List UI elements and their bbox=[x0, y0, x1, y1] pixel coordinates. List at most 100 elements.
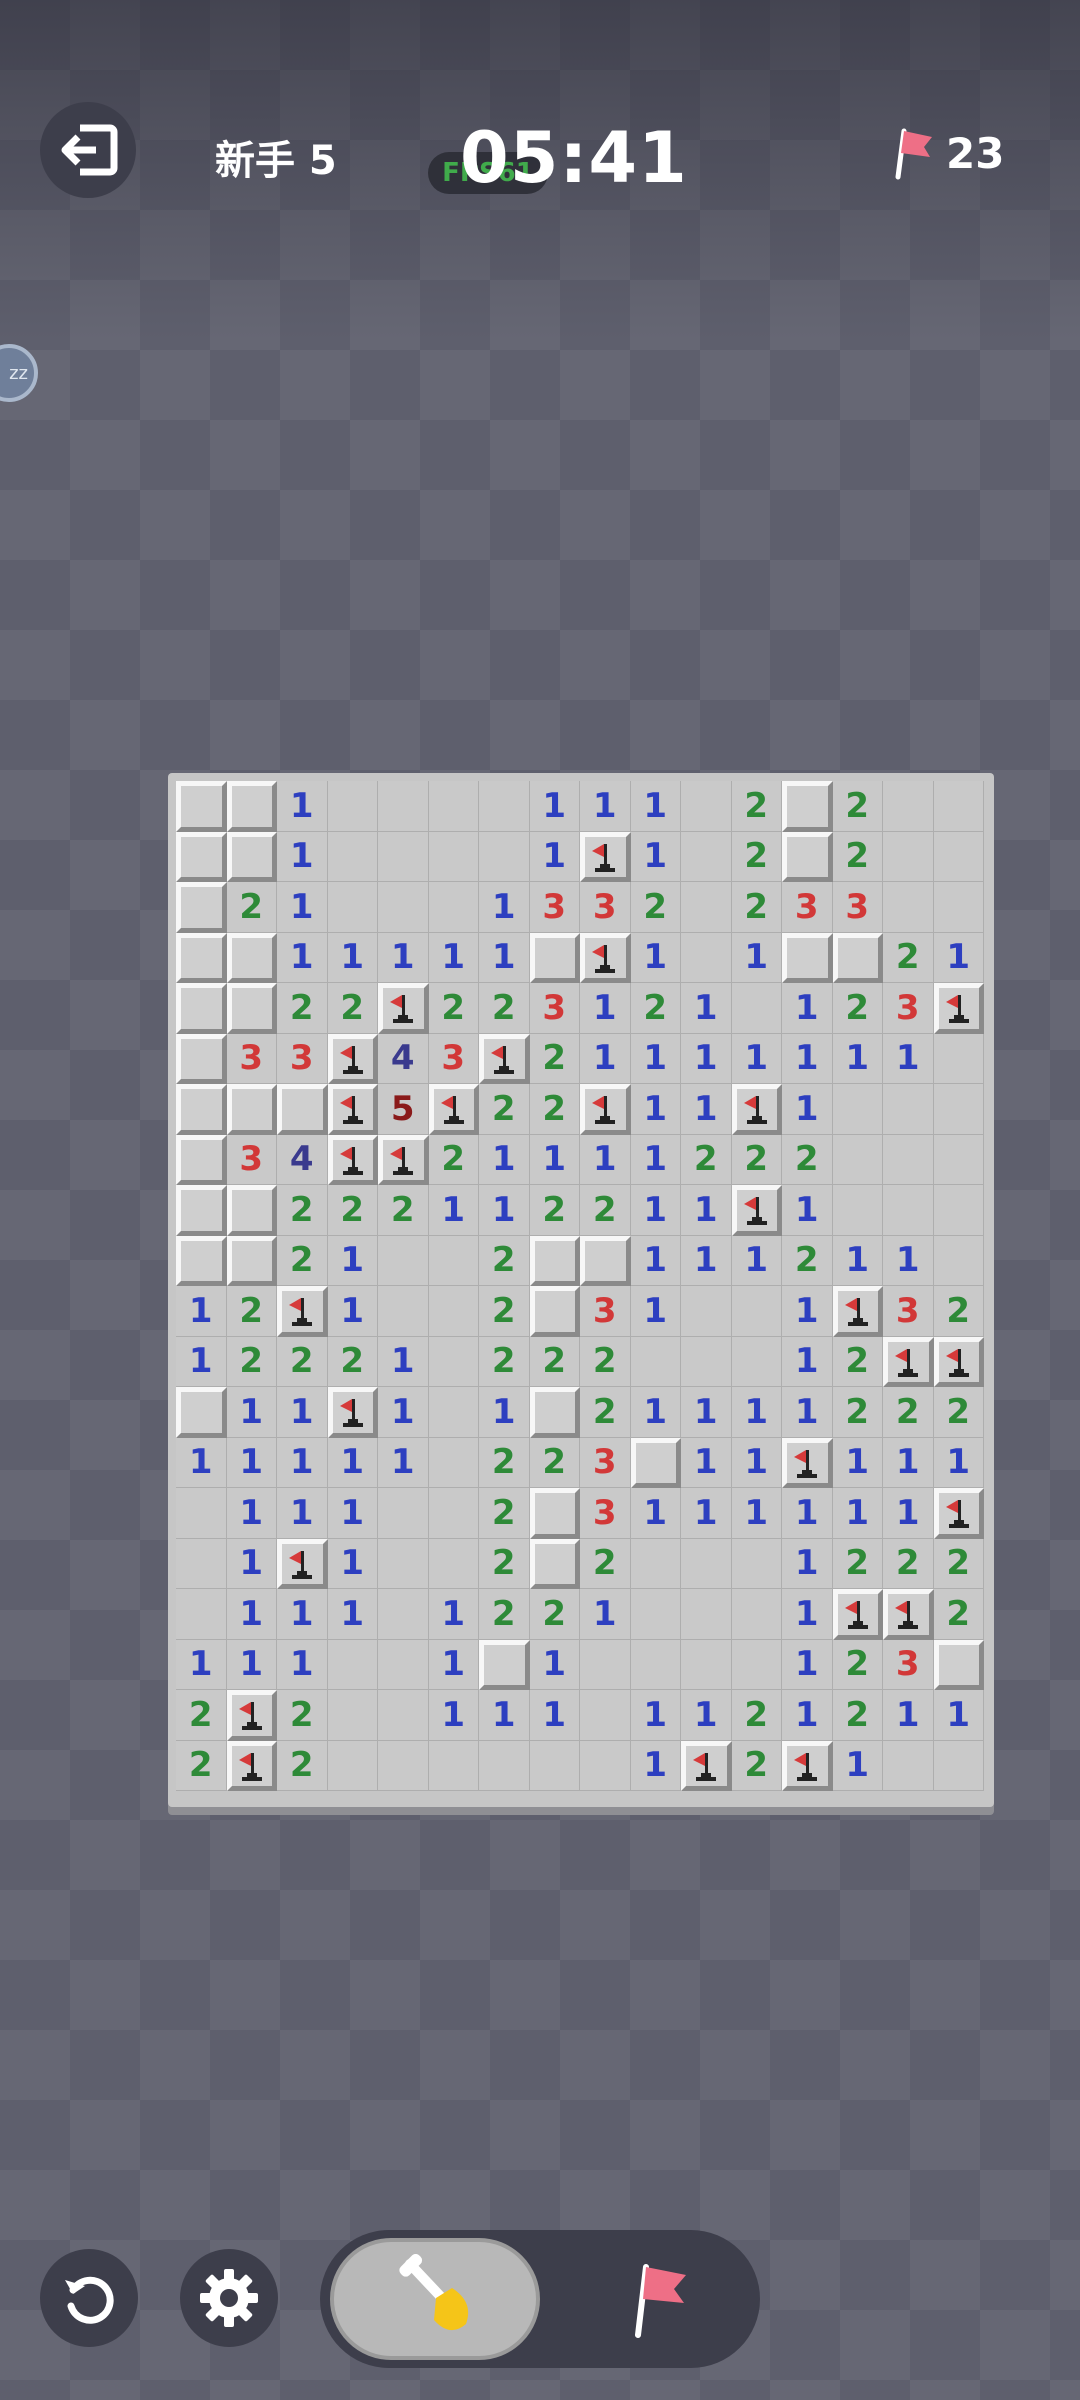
cell-number[interactable]: 1 bbox=[176, 1639, 227, 1690]
cell-flagged[interactable] bbox=[226, 1740, 277, 1791]
cell-number[interactable]: 2 bbox=[832, 983, 883, 1034]
cell-number[interactable]: 1 bbox=[580, 1033, 631, 1084]
cell-number[interactable]: 2 bbox=[479, 983, 530, 1034]
cell-number[interactable]: 1 bbox=[277, 1488, 328, 1539]
cell-empty[interactable] bbox=[933, 781, 984, 832]
cell-number[interactable]: 1 bbox=[731, 1437, 782, 1488]
cell-flagged[interactable] bbox=[731, 1084, 782, 1135]
cell-number[interactable]: 1 bbox=[176, 1336, 227, 1387]
cell-number[interactable]: 1 bbox=[226, 1387, 277, 1438]
cell-empty[interactable] bbox=[731, 1538, 782, 1589]
cell-number[interactable]: 1 bbox=[782, 1084, 833, 1135]
cell-number[interactable]: 1 bbox=[731, 1235, 782, 1286]
cell-hidden[interactable] bbox=[782, 781, 833, 832]
cell-number[interactable]: 1 bbox=[378, 1336, 429, 1387]
cell-empty[interactable] bbox=[883, 882, 934, 933]
cell-hidden[interactable] bbox=[832, 932, 883, 983]
cell-number[interactable]: 2 bbox=[226, 882, 277, 933]
cell-number[interactable]: 1 bbox=[378, 1387, 429, 1438]
cell-hidden[interactable] bbox=[176, 831, 227, 882]
cell-empty[interactable] bbox=[731, 983, 782, 1034]
cell-empty[interactable] bbox=[327, 882, 378, 933]
cell-empty[interactable] bbox=[176, 1488, 227, 1539]
cell-number[interactable]: 1 bbox=[479, 1134, 530, 1185]
cell-flagged[interactable] bbox=[883, 1589, 934, 1640]
cell-number[interactable]: 2 bbox=[580, 1336, 631, 1387]
cell-number[interactable]: 2 bbox=[832, 1336, 883, 1387]
cell-number[interactable]: 1 bbox=[479, 932, 530, 983]
cell-hidden[interactable] bbox=[226, 781, 277, 832]
cell-flagged[interactable] bbox=[883, 1336, 934, 1387]
cell-hidden[interactable] bbox=[226, 1084, 277, 1135]
cell-empty[interactable] bbox=[933, 1084, 984, 1135]
cell-number[interactable]: 1 bbox=[630, 831, 681, 882]
cell-hidden[interactable] bbox=[176, 1134, 227, 1185]
cell-number[interactable]: 1 bbox=[933, 1690, 984, 1741]
cell-flagged[interactable] bbox=[933, 1488, 984, 1539]
cell-empty[interactable] bbox=[378, 1589, 429, 1640]
cell-number[interactable]: 1 bbox=[580, 781, 631, 832]
cell-number[interactable]: 1 bbox=[529, 781, 580, 832]
cell-number[interactable]: 2 bbox=[226, 1336, 277, 1387]
cell-flagged[interactable] bbox=[580, 831, 631, 882]
cell-number[interactable]: 1 bbox=[782, 1185, 833, 1236]
cell-empty[interactable] bbox=[630, 1336, 681, 1387]
cell-empty[interactable] bbox=[933, 882, 984, 933]
cell-number[interactable]: 2 bbox=[933, 1538, 984, 1589]
cell-flagged[interactable] bbox=[681, 1740, 732, 1791]
cell-number[interactable]: 2 bbox=[731, 1690, 782, 1741]
cell-number[interactable]: 2 bbox=[731, 831, 782, 882]
cell-empty[interactable] bbox=[428, 831, 479, 882]
cell-number[interactable]: 1 bbox=[782, 1286, 833, 1337]
cell-flagged[interactable] bbox=[277, 1538, 328, 1589]
cell-empty[interactable] bbox=[933, 1134, 984, 1185]
cell-number[interactable]: 1 bbox=[580, 1589, 631, 1640]
cell-empty[interactable] bbox=[428, 1235, 479, 1286]
cell-number[interactable]: 2 bbox=[428, 983, 479, 1034]
cell-number[interactable]: 1 bbox=[681, 1235, 732, 1286]
cell-number[interactable]: 2 bbox=[933, 1589, 984, 1640]
cell-flagged[interactable] bbox=[327, 1134, 378, 1185]
cell-empty[interactable] bbox=[883, 831, 934, 882]
cell-number[interactable]: 1 bbox=[327, 1589, 378, 1640]
cell-number[interactable]: 3 bbox=[832, 882, 883, 933]
cell-empty[interactable] bbox=[378, 1286, 429, 1337]
cell-empty[interactable] bbox=[378, 882, 429, 933]
cell-empty[interactable] bbox=[327, 781, 378, 832]
cell-flagged[interactable] bbox=[226, 1690, 277, 1741]
cell-number[interactable]: 1 bbox=[529, 1639, 580, 1690]
cell-number[interactable]: 1 bbox=[630, 1185, 681, 1236]
cell-number[interactable]: 1 bbox=[378, 932, 429, 983]
cell-number[interactable]: 2 bbox=[277, 983, 328, 1034]
cell-number[interactable]: 2 bbox=[479, 1538, 530, 1589]
cell-number[interactable]: 3 bbox=[580, 1437, 631, 1488]
cell-flagged[interactable] bbox=[378, 1134, 429, 1185]
cell-number[interactable]: 1 bbox=[327, 1286, 378, 1337]
cell-number[interactable]: 1 bbox=[176, 1437, 227, 1488]
cell-number[interactable]: 3 bbox=[226, 1134, 277, 1185]
cell-empty[interactable] bbox=[832, 1084, 883, 1135]
cell-empty[interactable] bbox=[580, 1740, 631, 1791]
cell-number[interactable]: 1 bbox=[580, 983, 631, 1034]
cell-number[interactable]: 1 bbox=[479, 1690, 530, 1741]
cell-empty[interactable] bbox=[378, 781, 429, 832]
cell-number[interactable]: 1 bbox=[630, 1740, 681, 1791]
cell-number[interactable]: 2 bbox=[277, 1690, 328, 1741]
cell-number[interactable]: 1 bbox=[832, 1488, 883, 1539]
cell-number[interactable]: 1 bbox=[782, 983, 833, 1034]
cell-empty[interactable] bbox=[479, 1740, 530, 1791]
cell-flagged[interactable] bbox=[327, 1033, 378, 1084]
cell-hidden[interactable] bbox=[226, 1235, 277, 1286]
cell-number[interactable]: 1 bbox=[782, 1336, 833, 1387]
cell-empty[interactable] bbox=[580, 1690, 631, 1741]
cell-empty[interactable] bbox=[630, 1589, 681, 1640]
dig-mode-button[interactable] bbox=[330, 2238, 540, 2360]
cell-number[interactable]: 2 bbox=[529, 1589, 580, 1640]
cell-number[interactable]: 1 bbox=[277, 1639, 328, 1690]
cell-empty[interactable] bbox=[681, 882, 732, 933]
cell-number[interactable]: 3 bbox=[782, 882, 833, 933]
cell-empty[interactable] bbox=[428, 1286, 479, 1337]
cell-number[interactable]: 1 bbox=[883, 1437, 934, 1488]
cell-empty[interactable] bbox=[479, 781, 530, 832]
cell-number[interactable]: 2 bbox=[226, 1286, 277, 1337]
